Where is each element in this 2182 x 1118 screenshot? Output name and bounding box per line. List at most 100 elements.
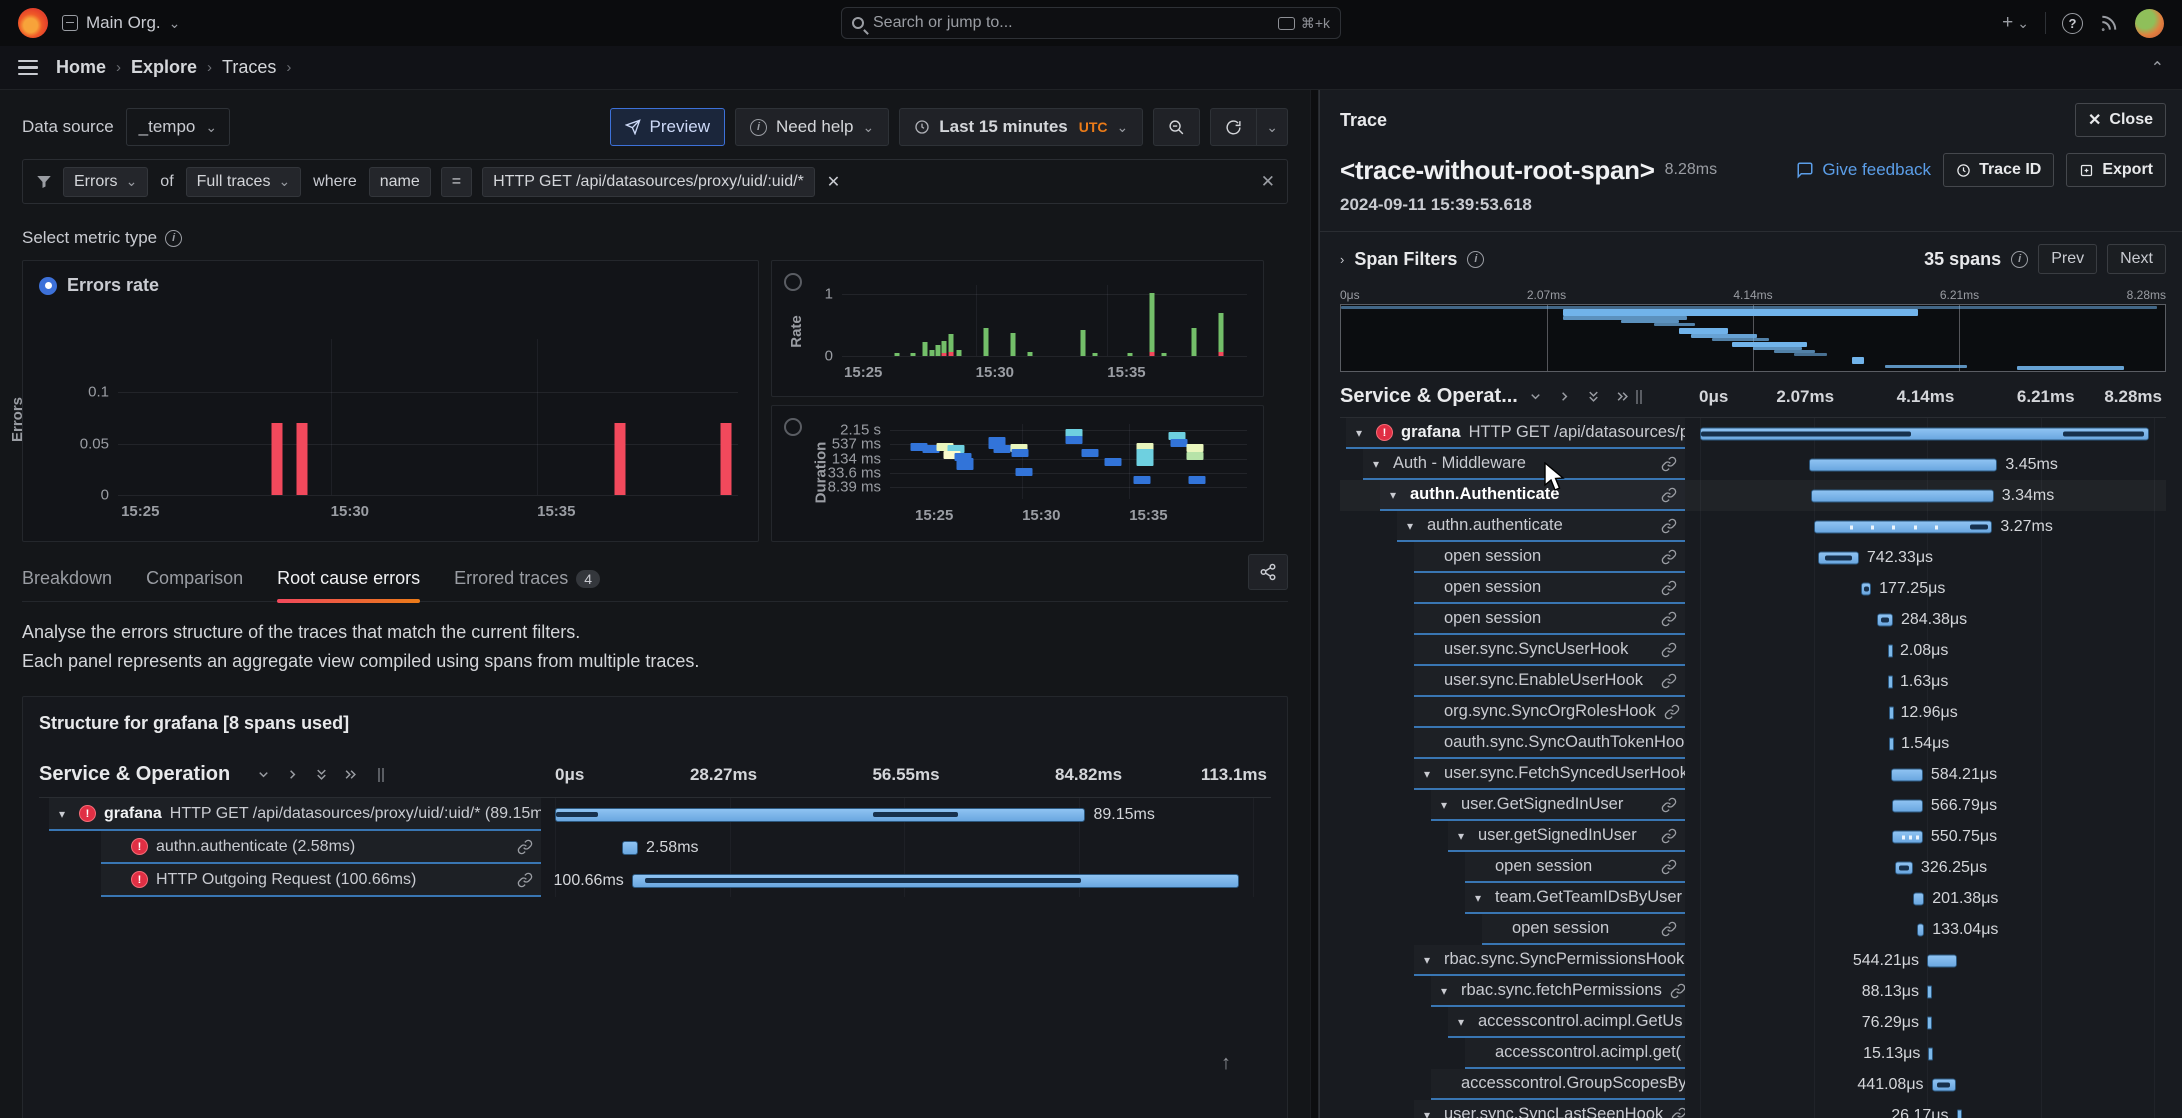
span-row[interactable]: org.sync.SyncOrgRolesHook12.96μs: [1340, 697, 2166, 728]
preview-button[interactable]: Preview: [610, 108, 725, 146]
column-resize-handle[interactable]: [378, 768, 386, 782]
news-rss-icon[interactable]: [2099, 13, 2119, 33]
breadcrumb-traces[interactable]: Traces: [222, 57, 276, 78]
filter-scope-dropdown[interactable]: Full traces⌄: [186, 167, 302, 197]
prev-span-button[interactable]: Prev: [2038, 244, 2097, 274]
duration-panel[interactable]: 2.15 s537 ms134 ms33.6 ms8.39 ms15:2515:…: [771, 405, 1264, 542]
link-icon[interactable]: [1661, 797, 1677, 813]
link-icon[interactable]: [1661, 456, 1677, 472]
trace-id-button[interactable]: Trace ID: [1943, 153, 2054, 187]
give-feedback-link[interactable]: Give feedback: [1796, 160, 1931, 180]
span-bar[interactable]: [1809, 458, 1997, 471]
link-icon[interactable]: [1661, 549, 1677, 565]
span-name-cell[interactable]: open session: [1414, 542, 1685, 573]
chevron-right-icon[interactable]: ›: [1340, 252, 1344, 267]
span-bar[interactable]: [1861, 582, 1871, 595]
caret-down-icon[interactable]: ▾: [59, 807, 71, 821]
filter-remove-icon[interactable]: ✕: [825, 167, 842, 197]
span-row[interactable]: ▾rbac.sync.SyncPermissionsHook544.21μs: [1340, 945, 2166, 976]
span-row[interactable]: ▾rbac.sync.fetchPermissions88.13μs: [1340, 976, 2166, 1007]
span-row[interactable]: ▾user.sync.FetchSyncedUserHook584.21μs: [1340, 759, 2166, 790]
span-name-cell[interactable]: accesscontrol.GroupScopesBy: [1431, 1069, 1685, 1100]
caret-down-icon[interactable]: ▾: [1356, 426, 1368, 440]
link-icon[interactable]: [1661, 642, 1677, 658]
caret-down-icon[interactable]: ▾: [1407, 519, 1419, 533]
span-name-cell[interactable]: ▾!grafanaHTTP GET /api/datasources/pr: [1346, 418, 1685, 449]
caret-down-icon[interactable]: ▾: [1424, 767, 1436, 781]
minimap-canvas[interactable]: [1340, 304, 2166, 372]
link-icon[interactable]: [1661, 611, 1677, 627]
span-bar[interactable]: [1818, 551, 1859, 564]
span-bar[interactable]: [1811, 489, 1994, 502]
span-row[interactable]: user.sync.EnableUserHook1.63μs: [1340, 666, 2166, 697]
link-icon[interactable]: [1661, 859, 1677, 875]
span-row[interactable]: open session177.25μs: [1340, 573, 2166, 604]
time-range-picker[interactable]: Last 15 minutes UTC ⌄: [899, 108, 1143, 146]
caret-down-icon[interactable]: ▾: [1475, 891, 1487, 905]
span-row[interactable]: ▾!grafanaHTTP GET /api/datasources/proxy…: [39, 798, 1271, 831]
collapse-up-icon[interactable]: ⌃: [2151, 58, 2164, 78]
span-row[interactable]: accesscontrol.acimpl.get(15.13μs: [1340, 1038, 2166, 1069]
link-icon[interactable]: [1661, 921, 1677, 937]
span-bar[interactable]: [1892, 799, 1923, 812]
errors-rate-radio[interactable]: [39, 277, 57, 295]
double-chevron-icon[interactable]: [314, 767, 329, 782]
span-row[interactable]: ▾user.GetSignedInUser566.79μs: [1340, 790, 2166, 821]
span-bar[interactable]: [555, 808, 1085, 822]
link-icon[interactable]: [517, 872, 533, 888]
help-icon[interactable]: ?: [2062, 13, 2083, 34]
errors-rate-panel[interactable]: Errors rate 0.10.05015:2515:3015:35 Erro…: [22, 260, 759, 542]
span-row[interactable]: !authn.authenticate (2.58ms)2.58ms: [39, 831, 1271, 864]
span-name-cell[interactable]: org.sync.SyncOrgRolesHook: [1414, 697, 1685, 728]
span-bar[interactable]: [1917, 923, 1924, 936]
span-name-cell[interactable]: open session: [1482, 914, 1685, 945]
refresh-button[interactable]: [1210, 108, 1257, 146]
zoom-out-button[interactable]: [1153, 108, 1200, 146]
span-bar[interactable]: [1913, 892, 1924, 905]
span-row[interactable]: ▾user.getSignedInUser550.75μs: [1340, 821, 2166, 852]
caret-down-icon[interactable]: ▾: [1458, 829, 1470, 843]
span-row[interactable]: ▾team.GetTeamIDsByUser201.38μs: [1340, 883, 2166, 914]
span-row[interactable]: !HTTP Outgoing Request (100.66ms)100.66m…: [39, 864, 1271, 897]
rate-radio[interactable]: [784, 273, 802, 291]
span-name-cell[interactable]: ▾user.sync.FetchSyncedUserHook: [1414, 759, 1685, 790]
span-bar[interactable]: [1889, 706, 1894, 719]
trace-minimap[interactable]: 0μs2.07ms4.14ms6.21ms8.28ms: [1340, 288, 2166, 372]
pane-resize-divider[interactable]: [1310, 90, 1319, 1118]
grafana-logo-icon[interactable]: [18, 8, 48, 38]
filterbar-clear-icon[interactable]: ✕: [1261, 172, 1275, 192]
span-name-cell[interactable]: user.sync.SyncUserHook: [1414, 635, 1685, 666]
caret-down-icon[interactable]: ▾: [1458, 1015, 1470, 1029]
span-row[interactable]: ▾Auth - Middleware3.45ms: [1340, 449, 2166, 480]
span-name-cell[interactable]: !authn.authenticate (2.58ms): [101, 831, 541, 864]
chevron-icon[interactable]: [285, 767, 300, 782]
chevron-icon[interactable]: [256, 767, 271, 782]
link-icon[interactable]: [1661, 580, 1677, 596]
data-source-picker[interactable]: _tempo ⌄: [126, 108, 230, 146]
span-row[interactable]: ▾authn.Authenticate3.34ms: [1340, 480, 2166, 511]
span-bar[interactable]: [632, 874, 1239, 888]
span-row[interactable]: open session742.33μs: [1340, 542, 2166, 573]
tab-root-cause-errors[interactable]: Root cause errors: [277, 568, 420, 601]
span-bar[interactable]: [1892, 830, 1922, 843]
span-name-cell[interactable]: !HTTP Outgoing Request (100.66ms): [101, 864, 541, 897]
rate-panel[interactable]: 1015:2515:3015:35 Rate: [771, 260, 1264, 397]
need-help-button[interactable]: i Need help ⌄: [735, 108, 889, 146]
double-chevron-icon[interactable]: [1586, 389, 1601, 404]
duration-radio[interactable]: [784, 418, 802, 436]
span-bar[interactable]: [1932, 1078, 1956, 1091]
span-name-cell[interactable]: ▾!grafanaHTTP GET /api/datasources/proxy…: [49, 798, 541, 831]
span-row[interactable]: user.sync.SyncUserHook2.08μs: [1340, 635, 2166, 666]
span-bar[interactable]: [1957, 1109, 1962, 1118]
span-row[interactable]: ▾user.sync.SyncLastSeenHook26.17μs: [1340, 1100, 2166, 1118]
span-name-cell[interactable]: oauth.sync.SyncOauthTokenHook: [1414, 728, 1685, 759]
span-row[interactable]: ▾accesscontrol.acimpl.GetUs76.29μs: [1340, 1007, 2166, 1038]
span-bar[interactable]: [1888, 644, 1893, 657]
link-icon[interactable]: [1661, 828, 1677, 844]
caret-down-icon[interactable]: ▾: [1441, 798, 1453, 812]
tab-comparison[interactable]: Comparison: [146, 568, 243, 601]
span-bar[interactable]: [1889, 737, 1894, 750]
span-name-cell[interactable]: open session: [1465, 852, 1685, 883]
span-name-cell[interactable]: ▾authn.authenticate: [1397, 511, 1685, 542]
span-name-cell[interactable]: ▾rbac.sync.fetchPermissions: [1431, 976, 1685, 1007]
